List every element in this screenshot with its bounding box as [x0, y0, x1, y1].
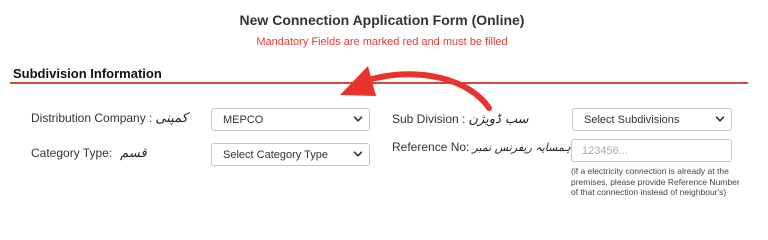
distribution-company-select-value: MEPCO	[223, 113, 264, 126]
category-type-label-text: Category Type:	[31, 146, 113, 160]
reference-no-label: Reference No: ہمسایہ ریفرنس نمبر	[392, 140, 571, 154]
chevron-down-icon	[715, 115, 725, 122]
section-divider	[10, 82, 748, 84]
annotation-arrow-curve	[357, 71, 492, 111]
distribution-company-label-text: Distribution Company :	[31, 111, 153, 125]
category-type-select-value: Select Category Type	[223, 148, 328, 161]
reference-no-label-text: Reference No:	[392, 140, 470, 154]
category-type-label: Category Type: قسم	[31, 146, 147, 161]
category-type-select[interactable]: Select Category Type	[211, 143, 370, 166]
category-type-label-urdu: قسم	[120, 146, 147, 161]
sub-division-label-urdu: سب ڈویژن	[468, 112, 529, 127]
sub-division-label-text: Sub Division :	[392, 112, 466, 126]
annotation-arrow-head	[340, 66, 376, 96]
sub-division-select[interactable]: Select Subdivisions	[572, 108, 732, 131]
distribution-company-select[interactable]: MEPCO	[211, 108, 370, 131]
reference-no-hint: (if a electricity connection is already …	[571, 166, 740, 197]
form-title: New Connection Application Form (Online)	[239, 12, 525, 28]
chevron-down-icon	[353, 150, 363, 157]
mandatory-note: Mandatory Fields are marked red and must…	[256, 36, 508, 48]
sub-division-label: Sub Division : سب ڈویژن	[392, 112, 529, 127]
reference-no-input[interactable]	[571, 139, 732, 162]
chevron-down-icon	[353, 115, 363, 122]
section-title: Subdivision Information	[13, 66, 162, 81]
reference-no-label-urdu: ہمسایہ ریفرنس نمبر	[472, 141, 571, 154]
sub-division-select-value: Select Subdivisions	[584, 113, 680, 126]
distribution-company-label-urdu: کمپنی	[155, 111, 188, 126]
distribution-company-label: Distribution Company : کمپنی	[31, 111, 188, 126]
